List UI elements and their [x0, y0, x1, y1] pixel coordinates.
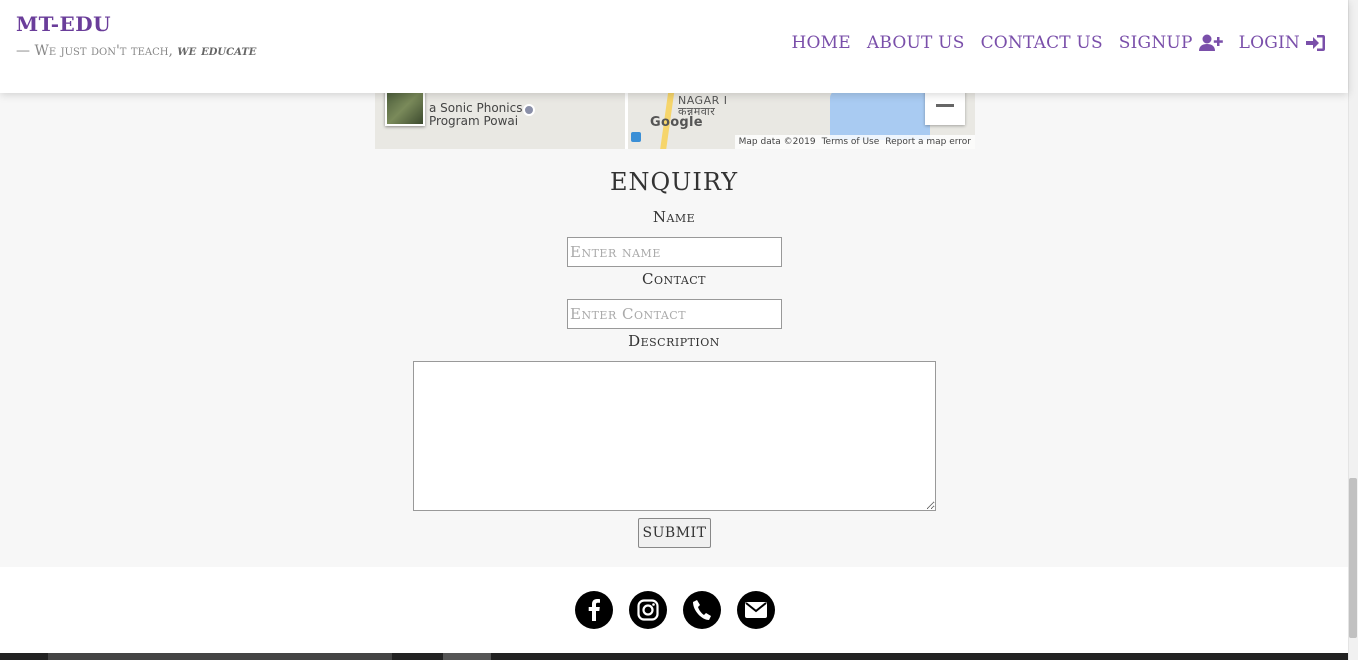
mail-icon[interactable] [737, 591, 775, 629]
site-header: MT-EDU — We just don't teach, we educate… [0, 0, 1348, 93]
map-place-label: a Sonic Phonics Program Powai [429, 101, 523, 128]
map-water [830, 90, 930, 140]
description-textarea[interactable] [413, 361, 936, 511]
map-terms-link[interactable]: Terms of Use [822, 137, 880, 147]
site-footer [0, 567, 1348, 653]
nav-about-us[interactable]: ABOUT US [867, 33, 965, 53]
nav-home[interactable]: HOME [792, 33, 851, 53]
map-satellite-toggle[interactable] [385, 88, 425, 126]
tagline-emphasis: we educate [177, 43, 257, 59]
sign-in-icon [1306, 34, 1326, 52]
instagram-icon[interactable] [629, 591, 667, 629]
map-data-text: Map data ©2019 [738, 137, 816, 147]
nav-contact-us[interactable]: CONTACT US [981, 33, 1103, 53]
facebook-icon[interactable] [575, 591, 613, 629]
name-label: Name [652, 208, 696, 226]
map-pin-icon[interactable] [523, 104, 535, 116]
enquiry-title: ENQUIRY [609, 168, 739, 196]
transit-icon [631, 132, 641, 142]
site-tagline: — We just don't teach, we educate [16, 43, 256, 59]
main-nav: HOME ABOUT US CONTACT US SIGNUP LOGIN [792, 33, 1327, 53]
map-area-label: NAGAR I कन्नमवार [678, 94, 728, 118]
nav-login[interactable]: LOGIN [1239, 33, 1326, 53]
site-brand[interactable]: MT-EDU [16, 12, 111, 36]
page-scrollbar[interactable] [1348, 0, 1358, 660]
nav-signup[interactable]: SIGNUP [1119, 33, 1223, 53]
scrollbar-thumb[interactable] [1349, 478, 1357, 638]
social-links [575, 591, 775, 629]
submit-button[interactable]: SUBMIT [638, 518, 711, 548]
taskbar-strip [0, 653, 1348, 660]
tagline-prefix: — We just don't teach, [16, 43, 178, 59]
google-logo: Google [650, 115, 703, 130]
contact-label: Contact [641, 270, 707, 288]
name-input[interactable] [567, 237, 782, 267]
map-report-link[interactable]: Report a map error [885, 137, 971, 147]
phone-icon[interactable] [683, 591, 721, 629]
description-label: Description [628, 332, 720, 350]
map-footer: Map data ©2019 Terms of Use Report a map… [734, 135, 975, 149]
contact-input[interactable] [567, 299, 782, 329]
user-plus-icon [1198, 34, 1223, 52]
